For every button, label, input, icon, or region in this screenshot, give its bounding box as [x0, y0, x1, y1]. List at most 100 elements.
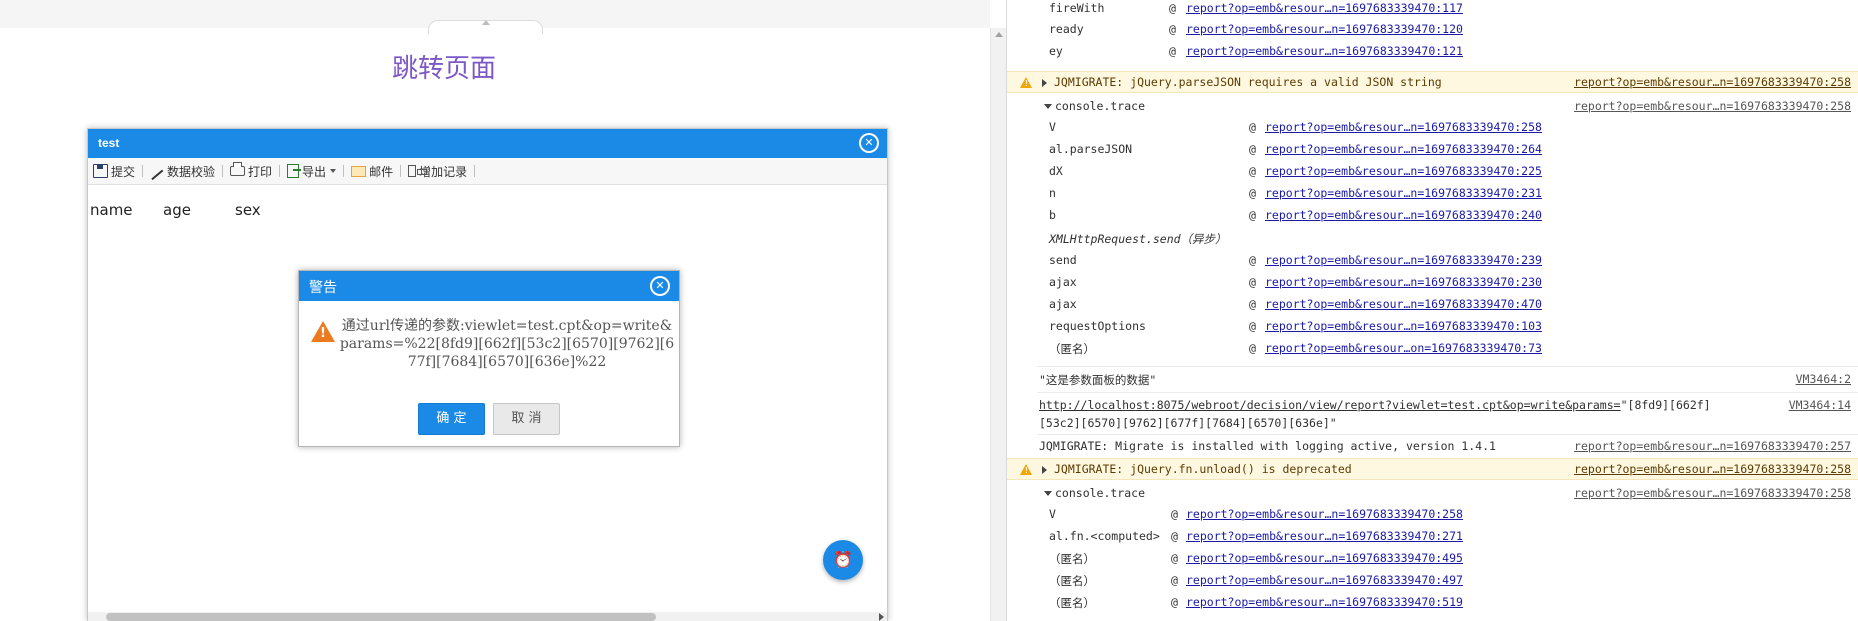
- stack-link[interactable]: report?op=emb&resour…n=1697683339470:271: [1186, 529, 1463, 543]
- horizontal-scrollbar[interactable]: [88, 612, 887, 621]
- export-icon: [287, 164, 302, 178]
- console-warning[interactable]: JQMIGRATE: jQuery.fn.unload() is depreca…: [1007, 458, 1858, 480]
- source-link[interactable]: report?op=emb&resour…n=1697683339470:258: [1574, 486, 1851, 500]
- column-headers: name age sex: [90, 201, 285, 219]
- source-link[interactable]: report?op=emb&resour…n=1697683339470:258: [1574, 75, 1851, 89]
- close-icon[interactable]: [859, 133, 879, 153]
- log-text: JQMIGRATE: Migrate is installed with log…: [1039, 439, 1496, 453]
- at-sign: @: [1249, 142, 1256, 156]
- at-sign: @: [1249, 275, 1256, 289]
- page-title: 跳转页面: [391, 54, 496, 84]
- print-button[interactable]: 打印: [227, 160, 275, 182]
- trace-label: console.trace: [1055, 99, 1146, 113]
- stack-link[interactable]: report?op=emb&resour…n=1697683339470:470: [1265, 297, 1542, 311]
- at-sign: @: [1171, 595, 1178, 609]
- stack-link[interactable]: report?op=emb&resour…n=1697683339470:120: [1186, 22, 1463, 36]
- alert-title: 警告: [309, 280, 337, 296]
- stack-function: al.fn.<computed>: [1049, 529, 1160, 543]
- at-sign: @: [1171, 573, 1178, 587]
- source-link[interactable]: report?op=emb&resour…n=1697683339470:258: [1574, 462, 1851, 476]
- report-window-title: test: [98, 136, 120, 150]
- stack-link[interactable]: report?op=emb&resour…n=1697683339470:240: [1265, 208, 1542, 222]
- warning-text: JQMIGRATE: jQuery.parseJSON requires a v…: [1054, 75, 1442, 89]
- expand-arrow-icon[interactable]: [1042, 466, 1047, 474]
- stack-link[interactable]: report?op=emb&resour…n=1697683339470:230: [1265, 275, 1542, 289]
- trace-label: console.trace: [1055, 486, 1146, 500]
- stack-link[interactable]: report?op=emb&resour…n=1697683339470:519: [1186, 595, 1463, 609]
- stack-frame: （匿名） @ report?op=emb&resour…n=1697683339…: [1007, 594, 1858, 614]
- stack-link[interactable]: report?op=emb&resour…n=1697683339470:258: [1265, 120, 1542, 134]
- console-warning[interactable]: JQMIGRATE: jQuery.parseJSON requires a v…: [1007, 71, 1858, 93]
- stack-link[interactable]: report?op=emb&resour…n=1697683339470:495: [1186, 551, 1463, 565]
- close-icon[interactable]: [650, 276, 670, 296]
- at-sign: @: [1249, 208, 1256, 222]
- at-sign: @: [1171, 507, 1178, 521]
- alert-message: 通过url传递的参数:viewlet=test.cpt&op=write&par…: [339, 318, 675, 370]
- log-text-continued: [53c2][6570][9762][677f][7684][6570][636…: [1039, 416, 1337, 430]
- export-button[interactable]: 导出: [284, 160, 339, 182]
- collapse-arrow-icon[interactable]: [1044, 104, 1052, 109]
- stack-frame: V @ report?op=emb&resour…n=1697683339470…: [1007, 506, 1858, 526]
- save-icon: [93, 164, 108, 178]
- add-record-button[interactable]: 增加记录: [405, 160, 470, 182]
- vertical-scrollbar[interactable]: [990, 28, 1006, 621]
- log-url[interactable]: http://localhost:8075/webroot/decision/v…: [1039, 398, 1621, 412]
- console-trace[interactable]: console.trace report?op=emb&resour…n=169…: [1007, 484, 1858, 504]
- collapse-arrow-icon[interactable]: [1044, 491, 1052, 496]
- submit-button[interactable]: 提交: [90, 160, 138, 182]
- stack-link[interactable]: report?op=emb&resour…n=1697683339470:225: [1265, 164, 1542, 178]
- stack-link[interactable]: report?op=emb&resour…n=1697683339470:231: [1265, 186, 1542, 200]
- stack-link[interactable]: report?op=emb&resour…n=1697683339470:103: [1265, 319, 1542, 333]
- mail-button-label: 邮件: [369, 164, 394, 179]
- stack-link[interactable]: report?op=emb&resour…n=1697683339470:239: [1265, 253, 1542, 267]
- print-icon: [230, 162, 246, 176]
- stack-frame: n @ report?op=emb&resour…n=1697683339470…: [1007, 185, 1858, 205]
- scroll-right-icon[interactable]: [879, 613, 884, 621]
- warning-text: JQMIGRATE: jQuery.fn.unload() is depreca…: [1054, 462, 1352, 476]
- console-trace[interactable]: console.trace report?op=emb&resour…n=169…: [1007, 97, 1858, 117]
- stack-function: （匿名）: [1049, 552, 1095, 566]
- at-sign: @: [1249, 253, 1256, 267]
- warning-icon: [311, 321, 335, 343]
- stack-frame: dX @ report?op=emb&resour…n=169768333947…: [1007, 163, 1858, 183]
- mail-icon: [351, 165, 367, 177]
- validate-button-label: 数据校验: [167, 164, 216, 179]
- validate-button[interactable]: 数据校验: [147, 160, 218, 182]
- source-link[interactable]: VM3464:2: [1796, 372, 1851, 386]
- stack-function: b: [1049, 208, 1056, 222]
- stack-link[interactable]: report?op=emb&resour…n=1697683339470:121: [1186, 44, 1463, 58]
- source-link[interactable]: report?op=emb&resour…n=1697683339470:257: [1574, 439, 1851, 453]
- page-viewport: 跳转页面 test 提交 数据校验 打印 导出: [0, 0, 990, 621]
- expand-arrow-icon[interactable]: [1042, 79, 1047, 87]
- warning-icon: [1020, 77, 1032, 88]
- stack-frame: b @ report?op=emb&resour…n=1697683339470…: [1007, 207, 1858, 227]
- toolbar-separator: [400, 165, 402, 177]
- stack-frame: ready @ report?op=emb&resour…n=169768333…: [1007, 21, 1858, 41]
- stack-link[interactable]: report?op=emb&resour…n=1697683339470:497: [1186, 573, 1463, 587]
- scrollbar-thumb[interactable]: [106, 613, 656, 621]
- stack-link[interactable]: report?op=emb&resour…n=1697683339470:258: [1186, 507, 1463, 521]
- toolbar-separator: [222, 165, 224, 177]
- stack-function: ready: [1049, 22, 1084, 36]
- console-log: http://localhost:8075/webroot/decision/v…: [1007, 396, 1858, 436]
- stack-frame: V @ report?op=emb&resour…n=1697683339470…: [1007, 119, 1858, 139]
- chevron-down-icon: [330, 169, 337, 173]
- ok-button[interactable]: 确 定: [418, 403, 485, 435]
- stack-link[interactable]: report?op=emb&resour…n=1697683339470:117: [1186, 1, 1463, 15]
- chevron-up-icon[interactable]: [482, 20, 490, 25]
- source-link[interactable]: VM3464:14: [1789, 398, 1851, 412]
- stack-frame: send @ report?op=emb&resour…n=1697683339…: [1007, 252, 1858, 272]
- source-link[interactable]: report?op=emb&resour…n=1697683339470:258: [1574, 99, 1851, 113]
- cancel-button[interactable]: 取 消: [493, 403, 560, 435]
- mail-button[interactable]: 邮件: [348, 160, 396, 182]
- stack-frame: al.fn.<computed> @ report?op=emb&resour……: [1007, 528, 1858, 548]
- at-sign: @: [1171, 529, 1178, 543]
- floating-action-button[interactable]: ⏰: [823, 540, 863, 580]
- toolbar-separator: [343, 165, 345, 177]
- column-header: sex: [235, 201, 261, 219]
- scroll-up-icon[interactable]: [995, 32, 1003, 37]
- stack-link[interactable]: report?op=emb&resour…on=1697683339470:73: [1265, 341, 1542, 355]
- alert-header: 警告: [299, 271, 679, 301]
- at-sign: @: [1249, 297, 1256, 311]
- stack-link[interactable]: report?op=emb&resour…n=1697683339470:264: [1265, 142, 1542, 156]
